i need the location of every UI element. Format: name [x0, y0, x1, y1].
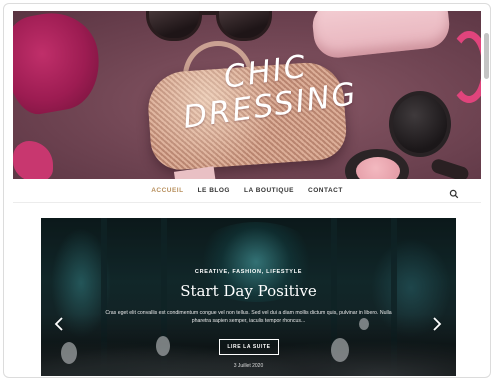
scrollbar[interactable]: [484, 11, 489, 377]
blush-powder: [356, 157, 400, 179]
post-title[interactable]: Start Day Positive: [41, 282, 456, 300]
nav-item-la-boutique[interactable]: LA BOUTIQUE: [244, 187, 294, 194]
pink-fabric: [13, 11, 107, 119]
browser-frame: CHIC DRESSING ACCUEIL LE BLOG LA BOUTIQU…: [3, 3, 491, 378]
post-categories[interactable]: CREATIVE, FASHION, LIFESTYLE: [41, 269, 456, 275]
post-excerpt: Cras eget elit convallis est condimentum…: [105, 310, 392, 324]
chevron-right-icon[interactable]: [431, 316, 443, 332]
nav-item-contact[interactable]: CONTACT: [308, 187, 343, 194]
main-navigation: ACCUEIL LE BLOG LA BOUTIQUE CONTACT: [13, 179, 481, 203]
scrollbar-thumb[interactable]: [484, 33, 489, 79]
nav-item-accueil[interactable]: ACCUEIL: [151, 187, 183, 194]
hero-header-image: CHIC DRESSING: [13, 11, 481, 179]
search-icon[interactable]: [449, 186, 459, 199]
featured-post-slider[interactable]: CREATIVE, FASHION, LIFESTYLE Start Day P…: [41, 218, 456, 376]
pink-fabric-scrap: [13, 141, 53, 179]
post-date: 3 Juillet 2020: [233, 363, 264, 369]
chevron-left-icon[interactable]: [53, 316, 65, 332]
read-more-button[interactable]: LIRE LA SUITE: [219, 339, 279, 355]
compact-mirror: [389, 91, 451, 157]
pink-ribbon: [449, 31, 481, 103]
lipstick: [429, 157, 471, 179]
nav-item-le-blog[interactable]: LE BLOG: [198, 187, 230, 194]
